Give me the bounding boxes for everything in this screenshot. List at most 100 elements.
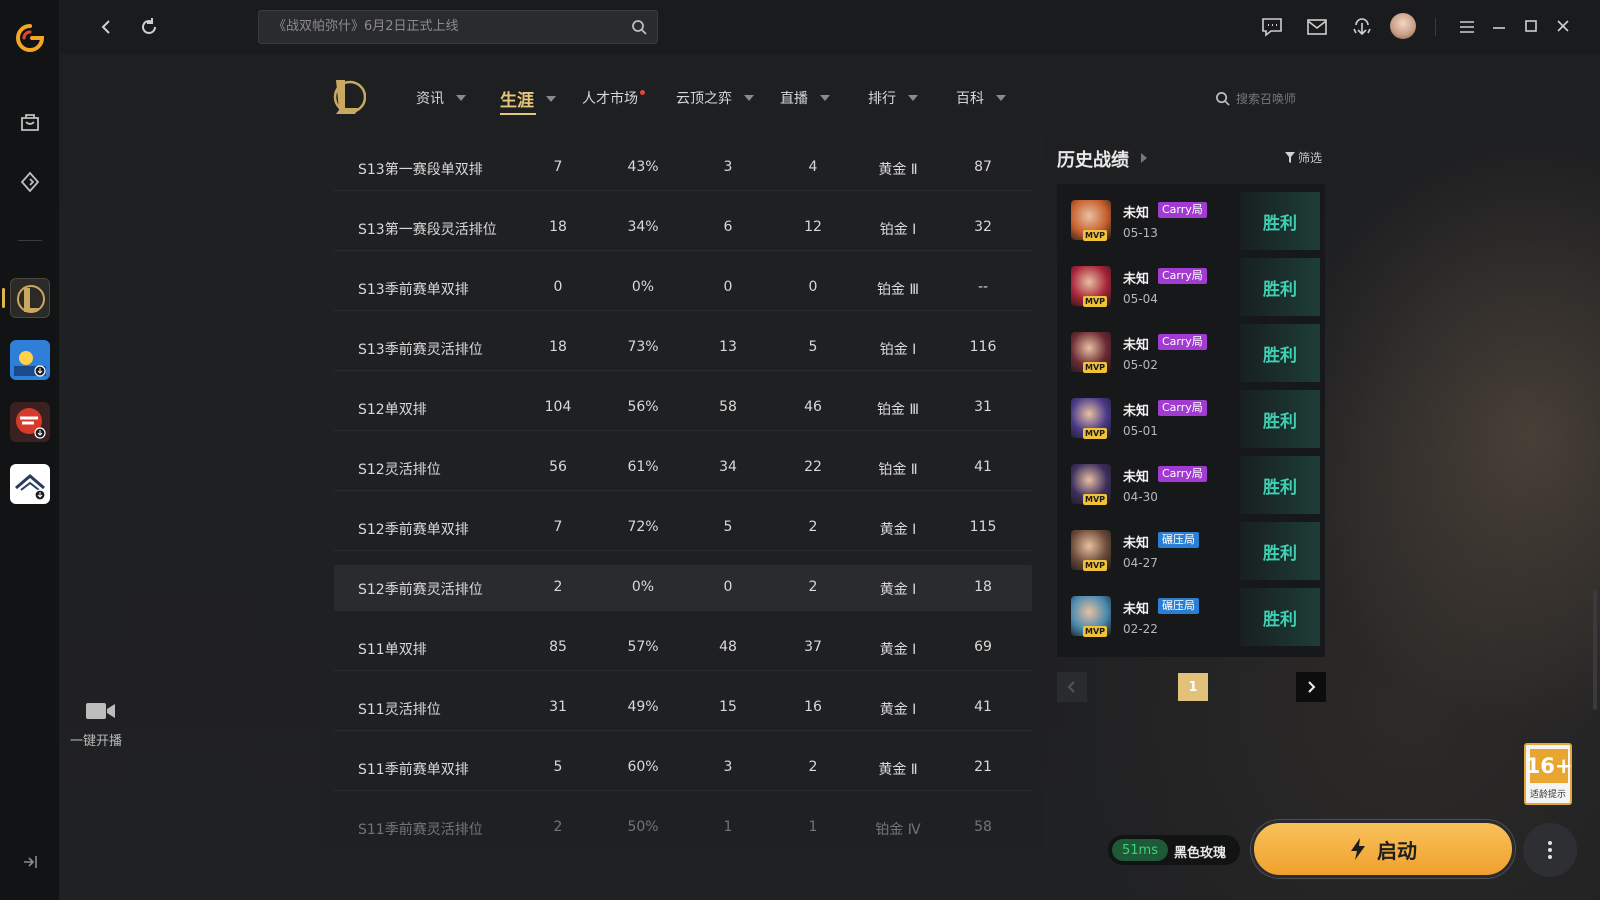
- global-search-input[interactable]: 《战双帕弥什》6月2日正式上线: [258, 10, 658, 44]
- nav-live[interactable]: 直播: [780, 88, 830, 108]
- lol-logo-icon[interactable]: [330, 76, 367, 118]
- season-points: 69: [974, 639, 992, 655]
- season-games: 0: [553, 279, 563, 295]
- history-title[interactable]: 历史战绩: [1057, 146, 1129, 172]
- minimize-icon[interactable]: [1487, 15, 1511, 39]
- season-rank: 铂金 Ⅳ: [875, 822, 921, 838]
- close-icon[interactable]: [1551, 14, 1575, 38]
- refresh-icon[interactable]: [136, 14, 162, 40]
- season-points: --: [977, 279, 989, 295]
- match-item[interactable]: MVP 未知 Carry局 05-13 胜利: [1065, 192, 1320, 250]
- user-avatar[interactable]: [1390, 13, 1416, 39]
- match-item[interactable]: MVP 未知 Carry局 05-02 胜利: [1065, 324, 1320, 382]
- tag-icon[interactable]: [10, 162, 50, 202]
- search-icon[interactable]: [631, 19, 647, 40]
- nav-tft[interactable]: 云顶之弈: [676, 88, 754, 108]
- season-points: 116: [969, 339, 997, 355]
- table-row[interactable]: S11单双排 85 57% 48 37 黄金 Ⅰ 69: [334, 625, 1032, 671]
- season-wins: 0: [723, 279, 733, 295]
- store-icon[interactable]: [10, 102, 50, 142]
- chat-icon[interactable]: [1260, 15, 1284, 39]
- rail-divider: [18, 240, 42, 241]
- match-tag: 碾压局: [1158, 532, 1199, 548]
- download-icon[interactable]: [1350, 15, 1374, 39]
- nav-wiki[interactable]: 百科: [956, 88, 1006, 108]
- match-date: 05-04: [1123, 292, 1158, 306]
- player-name: 未知: [1123, 602, 1150, 617]
- season-losses: 16: [804, 699, 822, 715]
- season-games: 5: [553, 759, 563, 775]
- table-row[interactable]: S13季前赛单双排 0 0% 0 0 铂金 Ⅲ --: [334, 265, 1032, 311]
- table-row[interactable]: S11季前赛单双排 5 60% 3 2 黄金 Ⅱ 21: [334, 745, 1032, 791]
- season-wins: 3: [723, 759, 733, 775]
- table-row[interactable]: S13第一赛段单双排 7 43% 3 4 黄金 Ⅱ 87: [334, 145, 1032, 191]
- game-icon-3[interactable]: [10, 402, 50, 442]
- page-number[interactable]: 1: [1178, 673, 1208, 701]
- season-losses: 22: [804, 459, 822, 475]
- season-points: 41: [974, 459, 992, 475]
- table-row[interactable]: S12灵活排位 56 61% 34 22 铂金 Ⅱ 41: [334, 445, 1032, 491]
- match-history-list: MVP 未知 Carry局 05-13 胜利 MVP 未知 Carry局 05-04 胜利 MVP 未…: [1057, 184, 1325, 657]
- match-item[interactable]: MVP 未知 Carry局 05-01 胜利: [1065, 390, 1320, 448]
- mvp-badge: MVP: [1083, 560, 1108, 571]
- chevron-right-icon[interactable]: [1141, 153, 1147, 163]
- launch-button[interactable]: 启动: [1251, 820, 1515, 878]
- season-name: S11季前赛单双排: [358, 762, 469, 778]
- mail-icon[interactable]: [1305, 15, 1329, 39]
- chevron-down-icon: [820, 95, 830, 101]
- camera-icon[interactable]: [85, 700, 117, 722]
- game-icon-2[interactable]: [10, 340, 50, 380]
- match-item[interactable]: MVP 未知 碾压局 02-22 胜利: [1065, 588, 1320, 646]
- table-row[interactable]: S12季前赛单双排 7 72% 5 2 黄金 Ⅰ 115: [334, 505, 1032, 551]
- next-page-button[interactable]: [1296, 672, 1326, 702]
- season-games: 31: [549, 699, 567, 715]
- nav-career[interactable]: 生涯: [500, 86, 556, 115]
- back-icon[interactable]: [93, 14, 119, 40]
- vertical-scrollbar[interactable]: [1593, 590, 1597, 710]
- season-losses: 5: [808, 339, 818, 355]
- prev-page-button[interactable]: [1057, 672, 1087, 702]
- season-games: 18: [549, 219, 567, 235]
- season-name: S12单双排: [358, 402, 427, 418]
- table-row[interactable]: S13第一赛段灵活排位 18 34% 6 12 铂金 Ⅰ 32: [334, 205, 1032, 251]
- season-losses: 2: [808, 579, 818, 595]
- one-click-live-label[interactable]: 一键开播: [70, 730, 122, 749]
- nav-news-label: 资讯: [416, 91, 444, 107]
- table-row[interactable]: S11季前赛灵活排位 2 50% 1 1 铂金 Ⅳ 58: [334, 805, 1032, 850]
- lol-game-icon[interactable]: [10, 278, 50, 318]
- server-status[interactable]: 51ms 黑色玫瑰: [1108, 835, 1240, 865]
- menu-icon[interactable]: [1455, 15, 1479, 39]
- more-options-button[interactable]: [1523, 823, 1577, 877]
- season-rank: 黄金 Ⅱ: [878, 162, 918, 178]
- player-name: 未知: [1123, 338, 1150, 353]
- table-row[interactable]: S12单双排 104 56% 58 46 铂金 Ⅲ 31: [334, 385, 1032, 431]
- season-wins: 58: [719, 399, 737, 415]
- filter-button[interactable]: 筛选: [1285, 149, 1322, 166]
- table-row[interactable]: S12季前赛灵活排位 2 0% 0 2 黄金 Ⅰ 18: [334, 565, 1032, 611]
- match-item[interactable]: MVP 未知 Carry局 05-04 胜利: [1065, 258, 1320, 316]
- nav-talent-market[interactable]: 人才市场: [582, 88, 649, 108]
- summoner-search-input[interactable]: 搜索召唤师: [1215, 90, 1296, 107]
- match-date: 05-01: [1123, 424, 1158, 438]
- expand-rail-icon[interactable]: [20, 852, 40, 872]
- chevron-down-icon: [744, 95, 754, 101]
- nav-ranking-label: 排行: [868, 91, 896, 107]
- match-item[interactable]: MVP 未知 碾压局 04-27 胜利: [1065, 522, 1320, 580]
- table-row[interactable]: S11灵活排位 31 49% 15 16 黄金 Ⅰ 41: [334, 685, 1032, 731]
- wegame-logo-icon[interactable]: [14, 22, 46, 54]
- match-result: 胜利: [1240, 258, 1320, 316]
- match-item[interactable]: MVP 未知 Carry局 04-30 胜利: [1065, 456, 1320, 514]
- table-row[interactable]: S13季前赛灵活排位 18 73% 13 5 铂金 Ⅰ 116: [334, 325, 1032, 371]
- nav-ranking[interactable]: 排行: [868, 88, 918, 108]
- season-points: 21: [974, 759, 992, 775]
- season-winrate: 0%: [631, 579, 655, 595]
- game-icon-4[interactable]: [10, 464, 50, 504]
- nav-career-label: 生涯: [500, 91, 534, 111]
- maximize-icon[interactable]: [1519, 14, 1543, 38]
- nav-news[interactable]: 资讯: [416, 88, 466, 108]
- season-winrate: 43%: [627, 159, 659, 175]
- more-vertical-icon: [1548, 841, 1552, 859]
- season-wins: 3: [723, 159, 733, 175]
- season-rank: 铂金 Ⅰ: [879, 342, 917, 358]
- season-losses: 1: [808, 819, 818, 835]
